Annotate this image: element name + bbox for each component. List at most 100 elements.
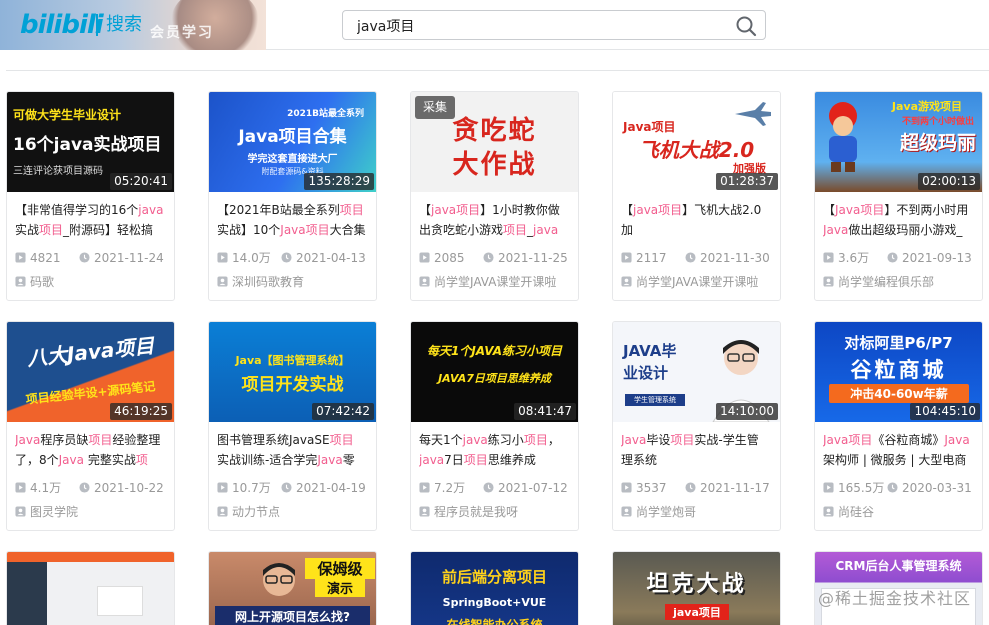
uploader-icon xyxy=(823,276,834,287)
author-name: 尚学堂JAVA课堂开课啦 xyxy=(636,275,759,289)
video-title[interactable]: 【非常值得学习的16个java 实战项目_附源码】轻松搞 xyxy=(15,200,167,242)
thumb-stripe xyxy=(7,552,174,562)
thumb-text: JAVA7日项目思维养成 xyxy=(438,372,551,385)
video-author[interactable]: 图灵学院 xyxy=(15,504,170,520)
video-card[interactable]: JAVA毕 业设计 学生管理系统 14:10:00 Java毕设项目实战-学生管… xyxy=(612,321,781,531)
video-title[interactable]: 图书管理系统JavaSE项目 实战训练-适合学完Java零 xyxy=(217,430,369,472)
video-thumbnail[interactable]: 贪吃蛇 大作战 采集 xyxy=(411,92,578,192)
author-name: 尚学堂炮哥 xyxy=(636,505,697,519)
video-card[interactable]: 八大Java项目 项目经验毕设+源码笔记 46:19:25 Java程序员缺项目… xyxy=(6,321,175,531)
video-title[interactable]: Java项目《谷粒商城》Java 架构师 | 微服务 | 大型电商 xyxy=(823,430,975,472)
uploader-icon xyxy=(419,506,430,517)
uploader-icon xyxy=(823,506,834,517)
clock-icon xyxy=(281,482,292,493)
play-count-icon xyxy=(823,482,834,493)
video-duration: 46:19:25 xyxy=(110,403,172,420)
video-thumbnail[interactable]: JAVA毕 业设计 学生管理系统 14:10:00 xyxy=(613,322,780,422)
author-name: 尚学堂JAVA课堂开课啦 xyxy=(434,275,557,289)
video-title[interactable]: 【Java项目】不到两小时用 Java做出超级玛丽小游戏_ xyxy=(823,200,975,242)
play-count: 3.6万 xyxy=(838,251,870,265)
thumb-text: 学完这套直接进大厂 xyxy=(247,154,338,165)
video-card[interactable]: Java项目 飞机大战2.0 加强版 01:28:37 【java项目】飞机大战… xyxy=(612,91,781,301)
bilibili-logo[interactable]: bilibili xyxy=(20,12,104,38)
video-title[interactable]: 每天1个java练习小项目， java7日项目思维养成 xyxy=(419,430,571,472)
video-thumbnail[interactable]: 坦克大战 java项目 xyxy=(613,552,780,625)
video-meta: 4.1万 2021-10-22 xyxy=(15,480,170,496)
video-thumbnail[interactable]: 每天1个JAVA练习小项目 JAVA7日项目思维养成 08:41:47 xyxy=(411,322,578,422)
author-name: 图灵学院 xyxy=(30,505,79,519)
video-author[interactable]: 动力节点 xyxy=(217,504,372,520)
video-author[interactable]: 尚学堂编程俱乐部 xyxy=(823,274,978,290)
video-thumbnail[interactable]: Java游戏项目 不到两个小时做出 超级玛丽 02:00:13 xyxy=(815,92,982,192)
video-duration: 05:20:41 xyxy=(110,173,172,190)
thumb-text: 每天1个JAVA练习小项目 xyxy=(426,344,563,358)
video-duration: 02:00:13 xyxy=(918,173,980,190)
uploader-icon xyxy=(15,276,26,287)
video-card[interactable]: Java游戏项目 不到两个小时做出 超级玛丽 02:00:13 【Java项目】… xyxy=(814,91,983,301)
video-author[interactable]: 码歌 xyxy=(15,274,170,290)
video-card[interactable]: 2021B站最全系列 Java项目合集 学完这套直接进大厂 附配套源码&资料 1… xyxy=(208,91,377,301)
video-card[interactable]: 每天1个JAVA练习小项目 JAVA7日项目思维养成 08:41:47 每天1个… xyxy=(410,321,579,531)
video-title[interactable]: Java程序员缺项目经验整理 了，8个Java 完整实战项 xyxy=(15,430,167,472)
uploader-icon xyxy=(621,506,632,517)
video-card[interactable] xyxy=(6,551,175,625)
video-title[interactable]: 【java项目】1小时教你做 出贪吃蛇小游戏项目_java xyxy=(419,200,571,242)
video-card[interactable]: 保姆级 演示 网上开源项目怎么找? xyxy=(208,551,377,625)
video-duration: 08:41:47 xyxy=(514,403,576,420)
upload-date: 2021-07-12 xyxy=(498,481,568,495)
thumb-text: 飞机大战2.0 xyxy=(638,138,755,162)
collect-badge: 采集 xyxy=(415,96,456,119)
play-count-icon xyxy=(217,252,228,263)
video-title[interactable]: 【java项目】飞机大战2.0加 强版_Java飞机大战小游戏 xyxy=(621,200,773,242)
video-author[interactable]: 尚硅谷 xyxy=(823,504,978,520)
video-card[interactable]: 可做大学生毕业设计 16个java实战项目 三连评论获项目源码 05:20:41… xyxy=(6,91,175,301)
author-name: 尚硅谷 xyxy=(838,505,875,519)
header-divider xyxy=(6,70,989,71)
video-author[interactable]: 程序员就是我呀 xyxy=(419,504,574,520)
video-author[interactable]: 尚学堂JAVA课堂开课啦 xyxy=(419,274,574,290)
video-title[interactable]: 【2021年B站最全系列项目 实战】10个Java项目大合集 xyxy=(217,200,369,242)
video-thumbnail[interactable] xyxy=(7,552,174,625)
video-meta: 7.2万 2021-07-12 xyxy=(419,480,574,496)
video-duration: 01:28:37 xyxy=(716,173,778,190)
play-count: 3537 xyxy=(636,481,667,495)
video-card[interactable]: 贪吃蛇 大作战 采集 【java项目】1小时教你做 出贪吃蛇小游戏项目_java… xyxy=(410,91,579,301)
video-thumbnail[interactable]: 对标阿里P6/P7 谷粒商城 冲击40-60w年薪 104:45:10 xyxy=(815,322,982,422)
video-author[interactable]: 深圳码歌教育 xyxy=(217,274,372,290)
video-author[interactable]: 尚学堂炮哥 xyxy=(621,504,776,520)
video-meta: 14.0万 2021-04-13 xyxy=(217,250,372,266)
video-thumbnail[interactable]: 前后端分离项目 SpringBoot+VUE 在线智能办公系统 xyxy=(411,552,578,625)
play-count: 2117 xyxy=(636,251,667,265)
thumb-text: 在线智能办公系统 xyxy=(446,618,543,625)
video-card[interactable]: 前后端分离项目 SpringBoot+VUE 在线智能办公系统 xyxy=(410,551,579,625)
clock-icon xyxy=(79,252,90,263)
video-meta: 4821 2021-11-24 xyxy=(15,250,170,266)
video-duration: 07:42:42 xyxy=(312,403,374,420)
video-thumbnail[interactable]: Java【图书管理系统】 项目开发实战 07:42:42 xyxy=(209,322,376,422)
thumb-text: 八大Java项目 xyxy=(26,333,156,371)
video-author[interactable]: 尚学堂JAVA课堂开课啦 xyxy=(621,274,776,290)
video-duration: 135:28:29 xyxy=(304,173,374,190)
search-button[interactable] xyxy=(735,15,757,37)
video-card[interactable]: 对标阿里P6/P7 谷粒商城 冲击40-60w年薪 104:45:10 Java… xyxy=(814,321,983,531)
video-thumbnail[interactable]: Java项目 飞机大战2.0 加强版 01:28:37 xyxy=(613,92,780,192)
play-count-icon xyxy=(15,482,26,493)
video-thumbnail[interactable]: 保姆级 演示 网上开源项目怎么找? xyxy=(209,552,376,625)
search-box[interactable] xyxy=(342,10,766,40)
video-thumbnail[interactable]: 八大Java项目 项目经验毕设+源码笔记 46:19:25 xyxy=(7,322,174,422)
thumb-text: SpringBoot+VUE xyxy=(442,596,547,609)
video-card[interactable]: Java【图书管理系统】 项目开发实战 07:42:42 图书管理系统JavaS… xyxy=(208,321,377,531)
uploader-icon xyxy=(419,276,430,287)
video-card[interactable]: 坦克大战 java项目 xyxy=(612,551,781,625)
top-header: 会员学习 bilibili 搜索 xyxy=(0,0,989,50)
thumb-text: Java项目合集 xyxy=(238,127,347,147)
play-count-icon xyxy=(621,252,632,263)
upload-date: 2021-09-13 xyxy=(902,251,972,265)
video-thumbnail[interactable]: 可做大学生毕业设计 16个java实战项目 三连评论获项目源码 05:20:41 xyxy=(7,92,174,192)
upload-date: 2021-11-24 xyxy=(94,251,164,265)
video-title[interactable]: Java毕设项目实战-学生管 理系统 xyxy=(621,430,773,472)
mario-icon xyxy=(829,102,857,172)
play-count: 2085 xyxy=(434,251,465,265)
video-thumbnail[interactable]: 2021B站最全系列 Java项目合集 学完这套直接进大厂 附配套源码&资料 1… xyxy=(209,92,376,192)
search-input[interactable] xyxy=(357,16,717,36)
